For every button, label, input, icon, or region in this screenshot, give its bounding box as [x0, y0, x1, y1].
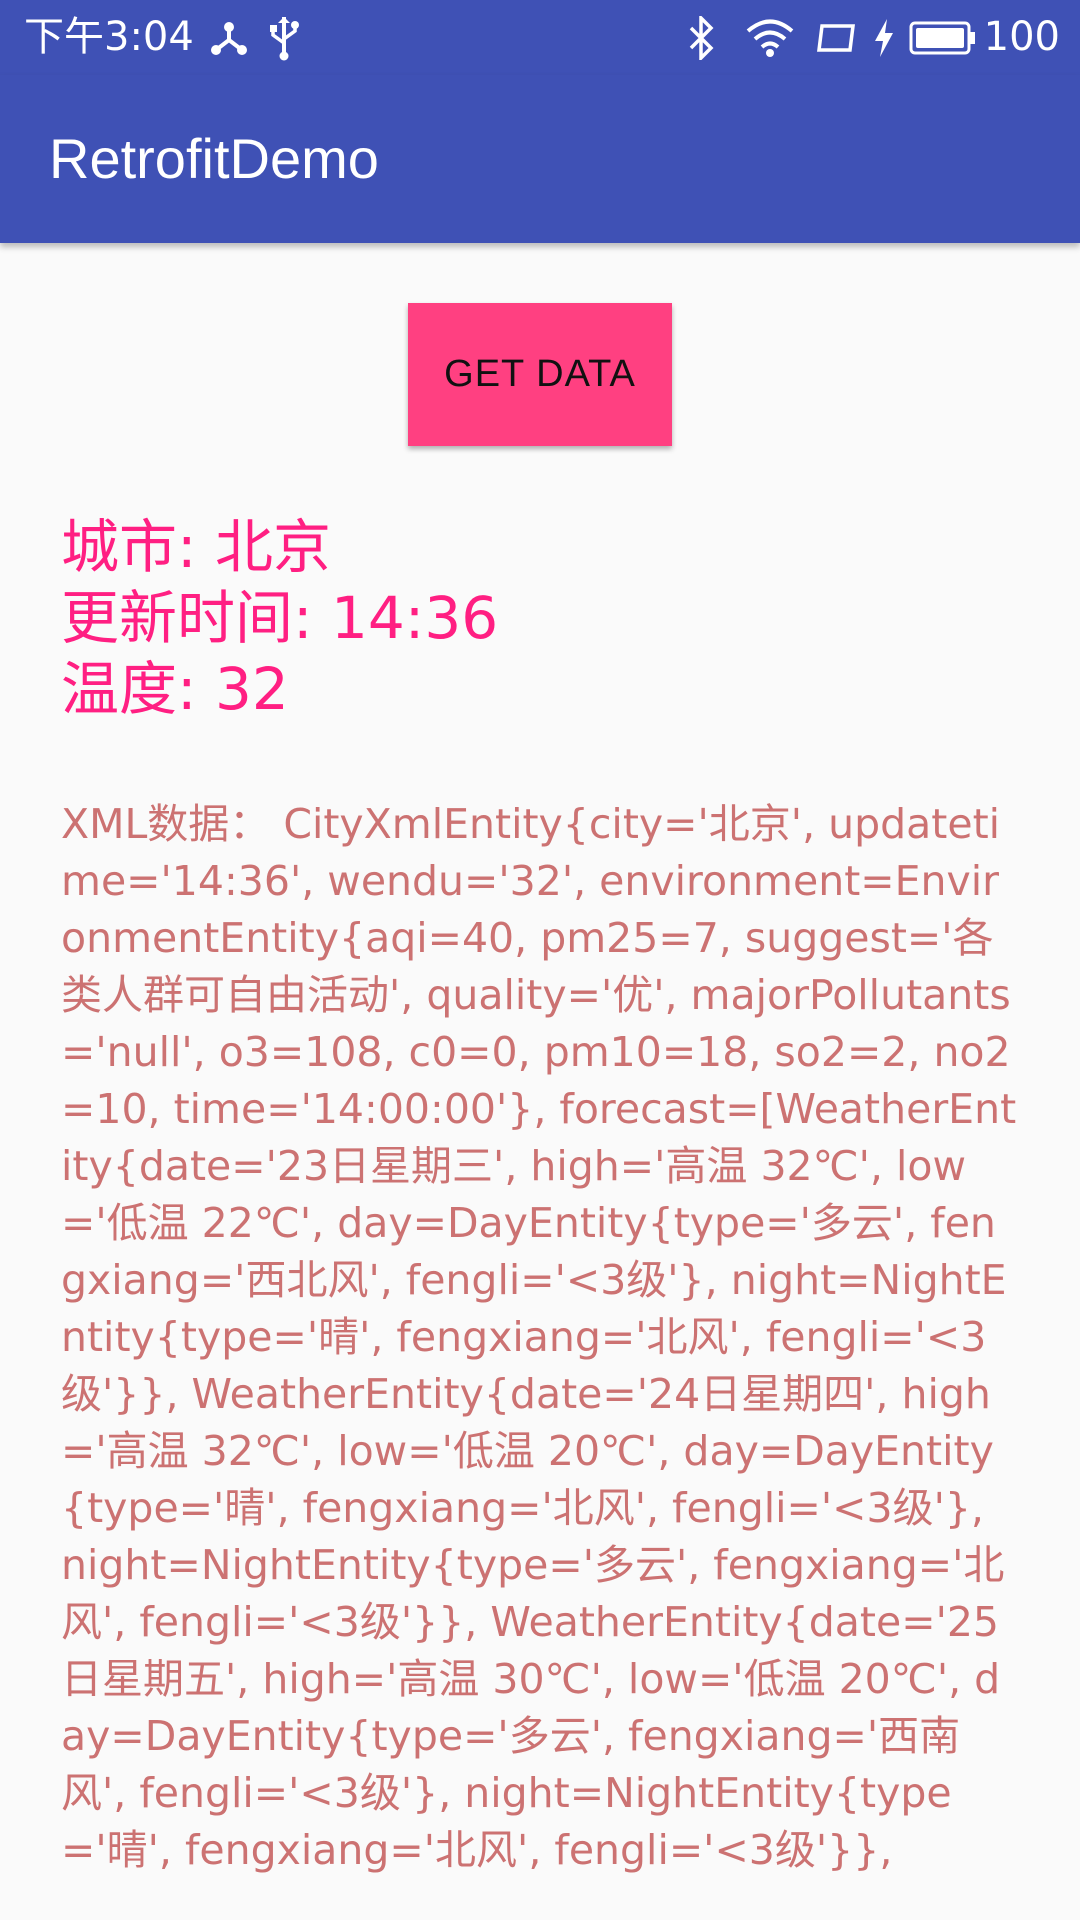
charging-icon: [870, 12, 898, 64]
app-title: RetrofitDemo: [49, 127, 379, 190]
usb-icon: [264, 12, 304, 64]
screen-icon: [814, 12, 858, 64]
battery-icon: [908, 12, 978, 64]
app-bar: RetrofitDemo: [0, 75, 1080, 243]
temperature-text: 温度: 32: [61, 655, 289, 723]
get-data-button[interactable]: GET DATA: [408, 303, 672, 446]
city-text: 城市: 北京: [61, 513, 331, 581]
share-hub-icon: [205, 12, 253, 64]
weather-summary: 城市: 北京 更新时间: 14:36 温度: 32: [61, 512, 1021, 725]
update-time-text: 更新时间: 14:36: [61, 584, 499, 652]
battery-level: 100: [983, 14, 1060, 60]
status-time: 下午3:04: [24, 14, 194, 60]
wifi-icon: [742, 12, 798, 64]
bluetooth-icon: [683, 12, 719, 64]
xml-data-text: XML数据： CityXmlEntity{city='北京', updateti…: [61, 800, 1017, 1874]
status-bar: 下午3:04 100: [0, 0, 1080, 75]
